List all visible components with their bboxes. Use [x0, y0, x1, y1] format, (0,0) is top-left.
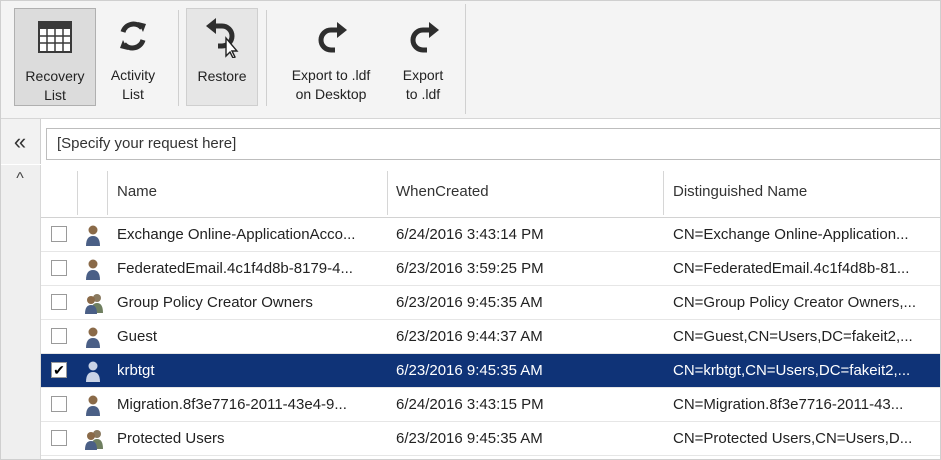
cell-distinguished-name: CN=Exchange Online-Application... — [673, 226, 909, 243]
export-ldf-desktop-button[interactable]: Export to .ldf on Desktop — [276, 8, 386, 106]
grid-header: Name WhenCreated Distinguished Name — [41, 167, 941, 218]
restore-label: Restore — [197, 68, 247, 84]
cell-name: Protected Users — [117, 430, 225, 447]
row-checkbox[interactable] — [51, 430, 67, 446]
cell-distinguished-name: CN=Guest,CN=Users,DC=fakeit2,... — [673, 328, 913, 345]
cell-name: Group Policy Creator Owners — [117, 294, 313, 311]
row-checkbox[interactable] — [51, 226, 67, 242]
user-icon — [83, 325, 103, 349]
cell-distinguished-name: CN=Protected Users,CN=Users,D... — [673, 430, 913, 447]
column-divider — [387, 171, 388, 215]
redo-arrow-icon — [311, 12, 351, 60]
column-header-name[interactable]: Name — [117, 167, 157, 217]
export-label-2: to .ldf — [405, 86, 441, 102]
user-icon — [83, 223, 103, 247]
column-header-whencreated[interactable]: WhenCreated — [396, 167, 489, 217]
recovery-list-label-1: Recovery — [25, 68, 85, 84]
table-row[interactable]: Group Policy Creator Owners 6/23/2016 9:4… — [41, 286, 941, 320]
recovery-list-label-2: List — [44, 87, 66, 103]
request-input[interactable]: [Specify your request here] — [46, 128, 941, 160]
left-scroll-strip — [0, 165, 41, 460]
cell-distinguished-name: CN=krbtgt,CN=Users,DC=fakeit2,... — [673, 362, 911, 379]
cell-name: Migration.8f3e7716-2011-43e4-9... — [117, 396, 347, 413]
cell-whencreated: 6/23/2016 9:45:35 AM — [396, 362, 543, 379]
table-row[interactable]: FederatedEmail.4c1f4d8b-8179-4... 6/23/20… — [41, 252, 941, 286]
column-divider — [107, 171, 108, 215]
group-icon — [83, 427, 103, 451]
column-divider — [77, 171, 78, 215]
ribbon-toolbar: Recovery List Activity List Restore Expo… — [0, 0, 941, 119]
object-grid: Name WhenCreated Distinguished Name Exch… — [41, 167, 941, 460]
recovery-list-button[interactable]: Recovery List — [14, 8, 96, 106]
cell-name: FederatedEmail.4c1f4d8b-8179-4... — [117, 260, 353, 277]
table-row[interactable]: Protected Users 6/23/2016 9:45:35 AM CN=Pr… — [41, 422, 941, 456]
table-row[interactable]: ✔ krbtgt 6/23/2016 9:45:35 AM CN=krbtgt,CN=… — [41, 354, 941, 388]
user-icon — [83, 393, 103, 417]
column-header-distinguished-name[interactable]: Distinguished Name — [673, 167, 807, 217]
export-ldf-button[interactable]: Export to .ldf — [390, 8, 456, 106]
collapse-panel-button[interactable]: « — [0, 119, 41, 164]
grid-list-icon — [38, 13, 72, 61]
activity-list-button[interactable]: Activity List — [100, 8, 166, 106]
double-chevron-left-icon: « — [13, 128, 27, 154]
cell-whencreated: 6/24/2016 3:43:15 PM — [396, 396, 544, 413]
request-placeholder: [Specify your request here] — [57, 135, 237, 152]
cell-name: krbtgt — [117, 362, 155, 379]
cell-distinguished-name: CN=Group Policy Creator Owners,... — [673, 294, 916, 311]
column-divider — [663, 171, 664, 215]
export-label-1: Export — [402, 67, 444, 83]
cell-name: Exchange Online-ApplicationAcco... — [117, 226, 356, 243]
ribbon-separator — [465, 4, 466, 114]
table-row[interactable]: Migration.8f3e7716-2011-43e4-9... 6/24/20… — [41, 388, 941, 422]
cell-whencreated: 6/24/2016 3:43:14 PM — [396, 226, 544, 243]
ribbon-separator — [266, 10, 267, 106]
row-checkbox[interactable] — [51, 328, 67, 344]
undo-arrow-icon — [202, 13, 242, 61]
export-desktop-label-2: on Desktop — [295, 86, 367, 102]
table-row[interactable]: Guest 6/23/2016 9:44:37 AM CN=Guest,CN=Use… — [41, 320, 941, 354]
activity-list-label-1: Activity — [110, 67, 156, 83]
row-checkbox[interactable] — [51, 294, 67, 310]
ribbon-separator — [178, 10, 179, 106]
row-checkbox[interactable]: ✔ — [51, 362, 67, 378]
refresh-icon — [115, 12, 151, 60]
cell-name: Guest — [117, 328, 158, 345]
group-icon — [83, 291, 103, 315]
export-desktop-label-1: Export to .ldf — [291, 67, 371, 83]
cell-whencreated: 6/23/2016 9:44:37 AM — [396, 328, 543, 345]
redo-arrow-icon — [403, 12, 443, 60]
cell-distinguished-name: CN=FederatedEmail.4c1f4d8b-81... — [673, 260, 910, 277]
recovery-app-window: Recovery List Activity List Restore Expo… — [0, 0, 941, 460]
cell-distinguished-name: CN=Migration.8f3e7716-2011-43... — [673, 396, 904, 413]
cell-whencreated: 6/23/2016 9:45:35 AM — [396, 430, 543, 447]
cell-whencreated: 6/23/2016 9:45:35 AM — [396, 294, 543, 311]
user-icon — [83, 257, 103, 281]
row-checkbox[interactable] — [51, 260, 67, 276]
activity-list-label-2: List — [122, 86, 144, 102]
restore-button[interactable]: Restore — [186, 8, 258, 106]
row-checkbox[interactable] — [51, 396, 67, 412]
user-icon — [83, 359, 103, 383]
scroll-up-icon[interactable]: ^ — [0, 170, 40, 188]
cell-whencreated: 6/23/2016 3:59:25 PM — [396, 260, 544, 277]
table-row[interactable]: Exchange Online-ApplicationAcco... 6/24/2… — [41, 218, 941, 252]
